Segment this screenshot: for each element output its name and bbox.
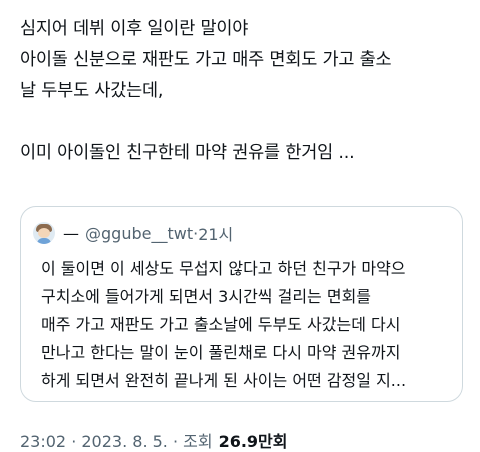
quoted-time[interactable]: 21시 — [198, 221, 233, 245]
quoted-tweet-header: — @ggube__twt · 21시 — [33, 221, 233, 245]
tweet-text-line: 심지어 데뷔 이후 일이란 말이야 — [20, 19, 249, 39]
tweet-text-line: 날 두부도 사갔는데, — [20, 81, 164, 101]
quoted-text-line: 만나고 한다는 말이 눈이 풀린채로 다시 마약 권유까지 — [41, 343, 401, 362]
tweet-text-line: 아이돌 신분으로 재판도 가고 매주 면회도 가고 출소 — [20, 50, 392, 70]
quoted-text-line: 하게 되면서 완전히 끝나게 된 사이는 어떤 감정일 지... — [41, 371, 407, 390]
quoted-tweet-card[interactable]: — @ggube__twt · 21시 이 둘이면 이 세상도 무섭지 않다고 … — [20, 206, 463, 402]
avatar[interactable] — [33, 222, 55, 244]
quoted-display-name[interactable]: — — [63, 224, 79, 243]
quoted-text-line: 구치소에 들어가게 되면서 3시간씩 걸리는 면회를 — [41, 287, 372, 306]
quoted-text-line: 이 둘이면 이 세상도 무섭지 않다고 하던 친구가 마약으 — [41, 259, 406, 278]
quoted-text-line: 매주 가고 재판도 가고 출소날에 두부도 사갔는데 다시 — [41, 315, 401, 334]
quoted-tweet-text: 이 둘이면 이 세상도 무섭지 않다고 하던 친구가 마약으 구치소에 들어가게… — [41, 255, 461, 395]
tweet-text-line: 이미 아이돌인 친구한테 마약 권유를 한거임 ... — [20, 143, 355, 163]
tweet-text: 심지어 데뷔 이후 일이란 말이야 아이돌 신분으로 재판도 가고 매주 면회도… — [20, 14, 470, 169]
tweet-meta: 23:02 · 2023. 8. 5. · 조회 26.9만회 — [20, 428, 288, 452]
quoted-handle[interactable]: @ggube__twt — [85, 224, 193, 243]
view-count[interactable]: 26.9만회 — [219, 428, 288, 452]
tweet-timestamp[interactable]: 23:02 · 2023. 8. 5. · 조회 — [20, 428, 213, 452]
